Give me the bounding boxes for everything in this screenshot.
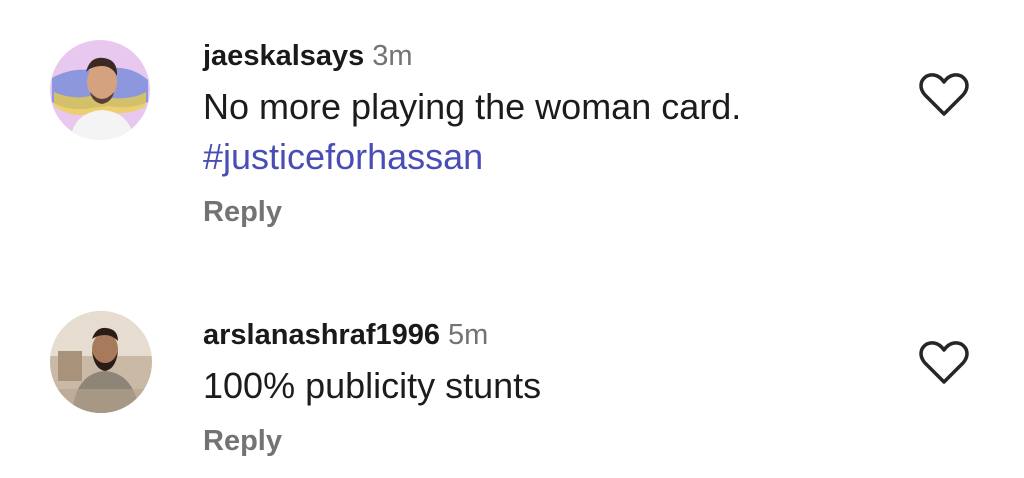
like-button[interactable]: [918, 72, 970, 118]
avatar-photo-icon: [50, 40, 150, 140]
avatar[interactable]: [50, 40, 150, 140]
heart-outline-icon: [919, 341, 969, 384]
comment-text: No more playing the woman card. #justice…: [203, 82, 884, 182]
comment-body: arslanashraf1996 5m 100% publicity stunts…: [203, 315, 884, 461]
username[interactable]: jaeskalsays: [203, 40, 364, 72]
comment-timestamp: 3m: [372, 40, 413, 72]
comment-body: jaeskalsays 3m No more playing the woman …: [203, 36, 884, 232]
hashtag-link[interactable]: #justiceforhassan: [203, 132, 884, 182]
comment-item: arslanashraf1996 5m 100% publicity stunts…: [0, 280, 1024, 478]
comment-item: jaeskalsays 3m No more playing the woman …: [0, 0, 1024, 260]
comment-meta: jaeskalsays 3m: [203, 36, 884, 76]
heart-outline-icon: [919, 73, 969, 116]
comment-text-content: 100% publicity stunts: [203, 365, 542, 406]
reply-button[interactable]: Reply: [203, 192, 884, 232]
comment-meta: arslanashraf1996 5m: [203, 315, 884, 355]
comment-timestamp: 5m: [448, 319, 489, 351]
avatar-photo-icon: [50, 311, 152, 413]
comment-text: 100% publicity stunts: [203, 361, 884, 411]
like-button[interactable]: [918, 340, 970, 386]
comment-list: jaeskalsays 3m No more playing the woman …: [0, 0, 1024, 478]
username[interactable]: arslanashraf1996: [203, 319, 440, 351]
comment-text-content: No more playing the woman card.: [203, 86, 742, 127]
avatar[interactable]: [50, 311, 152, 413]
reply-button[interactable]: Reply: [203, 421, 884, 461]
